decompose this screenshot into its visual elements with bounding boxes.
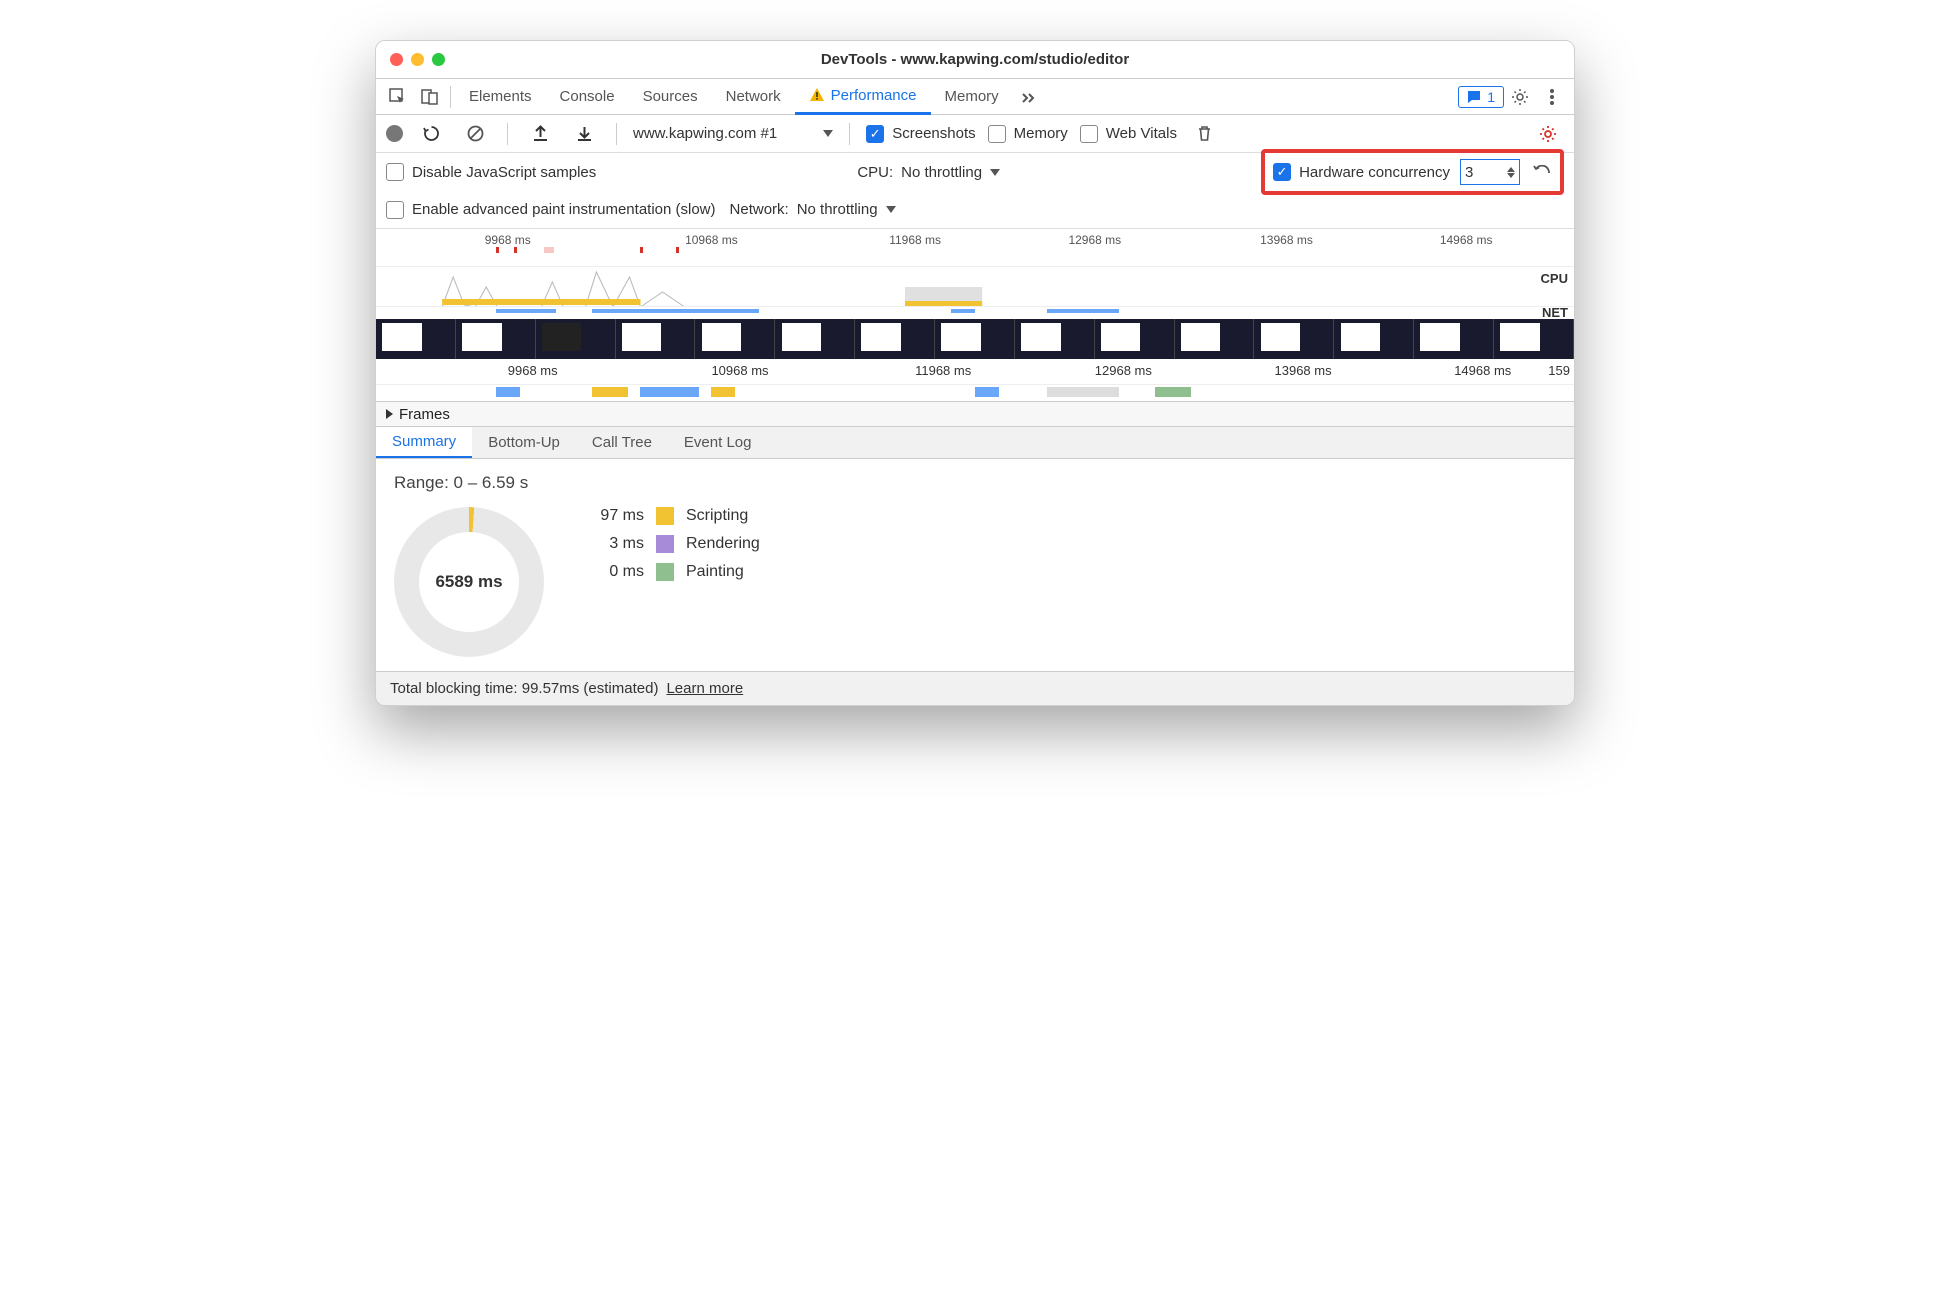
tbt-text: Total blocking time: 99.57ms (estimated) — [390, 680, 658, 697]
checkbox-icon — [988, 125, 1006, 143]
swatch-icon — [656, 535, 674, 553]
warning-icon — [809, 87, 825, 103]
divider — [616, 123, 617, 145]
chevron-down-icon — [990, 169, 1000, 176]
record-button[interactable] — [386, 125, 403, 142]
reset-icon[interactable] — [1530, 156, 1552, 188]
device-toggle-icon[interactable] — [414, 81, 446, 113]
tab-console[interactable]: Console — [546, 79, 629, 115]
hw-concurrency-input[interactable]: 3 — [1460, 159, 1520, 185]
close-window-button[interactable] — [390, 53, 403, 66]
filmstrip-frame[interactable] — [456, 319, 536, 359]
chevron-down-icon — [886, 206, 896, 213]
filmstrip-frame[interactable] — [775, 319, 855, 359]
cpu-overview[interactable]: CPU — [376, 267, 1574, 307]
filmstrip-frame[interactable] — [1015, 319, 1095, 359]
paint-instrumentation-checkbox[interactable]: Enable advanced paint instrumentation (s… — [386, 201, 716, 219]
download-icon[interactable] — [568, 118, 600, 150]
cpu-throttle-select[interactable]: CPU: No throttling — [857, 164, 1000, 181]
target-select[interactable]: www.kapwing.com #1 — [633, 125, 833, 142]
tab-sources[interactable]: Sources — [629, 79, 712, 115]
checkbox-checked-icon: ✓ — [1273, 163, 1291, 181]
legend-row: 3 ms Rendering — [584, 535, 760, 553]
tab-network[interactable]: Network — [712, 79, 795, 115]
checkbox-icon — [1080, 125, 1098, 143]
summary-legend: 97 ms Scripting 3 ms Rendering 0 ms Pain… — [584, 507, 760, 581]
filmstrip-frame[interactable] — [695, 319, 775, 359]
tab-performance[interactable]: Performance — [795, 79, 931, 115]
kebab-menu-icon[interactable] — [1536, 81, 1568, 113]
traffic-lights — [390, 53, 445, 66]
trash-icon[interactable] — [1189, 118, 1221, 150]
options-row-2: Enable advanced paint instrumentation (s… — [376, 191, 1574, 229]
learn-more-link[interactable]: Learn more — [666, 680, 743, 697]
maximize-window-button[interactable] — [432, 53, 445, 66]
filmstrip-frame[interactable] — [1494, 319, 1574, 359]
filmstrip-frame[interactable] — [1175, 319, 1255, 359]
checkbox-icon — [386, 201, 404, 219]
divider — [849, 123, 850, 145]
filmstrip-frame[interactable] — [1095, 319, 1175, 359]
tab-elements[interactable]: Elements — [455, 79, 546, 115]
screenshots-checkbox[interactable]: ✓ Screenshots — [866, 125, 975, 143]
range-text: Range: 0 – 6.59 s — [394, 473, 1556, 493]
filmstrip-frame[interactable] — [935, 319, 1015, 359]
dtab-bottom-up[interactable]: Bottom-Up — [472, 427, 576, 458]
checkbox-icon — [386, 163, 404, 181]
overview-timeline[interactable]: 9968 ms 10968 ms 11968 ms 12968 ms 13968… — [376, 229, 1574, 267]
detail-timeline[interactable]: 9968 ms 10968 ms 11968 ms 12968 ms 13968… — [376, 359, 1574, 385]
filmstrip-frame[interactable] — [376, 319, 456, 359]
main-tabs: Elements Console Sources Network Perform… — [376, 79, 1574, 115]
divider — [507, 123, 508, 145]
caret-right-icon — [386, 409, 393, 419]
upload-icon[interactable] — [524, 118, 556, 150]
minimize-window-button[interactable] — [411, 53, 424, 66]
flame-preview[interactable] — [376, 385, 1574, 401]
filmstrip-frame[interactable] — [1254, 319, 1334, 359]
filmstrip-frame[interactable] — [616, 319, 696, 359]
dtab-summary[interactable]: Summary — [376, 427, 472, 458]
frames-section-header[interactable]: Frames — [376, 401, 1574, 427]
dtab-call-tree[interactable]: Call Tree — [576, 427, 668, 458]
summary-panel: Range: 0 – 6.59 s 6589 ms 97 ms Scriptin… — [376, 459, 1574, 671]
disable-js-checkbox[interactable]: Disable JavaScript samples — [386, 163, 596, 181]
reload-icon[interactable] — [415, 118, 447, 150]
web-vitals-checkbox[interactable]: Web Vitals — [1080, 125, 1177, 143]
window-title: DevTools - www.kapwing.com/studio/editor — [376, 51, 1574, 68]
more-tabs-icon[interactable] — [1013, 81, 1045, 113]
hardware-concurrency-group: ✓ Hardware concurrency 3 — [1261, 149, 1564, 195]
filmstrip-frame[interactable] — [1414, 319, 1494, 359]
summary-donut: 6589 ms — [394, 507, 544, 657]
filmstrip-frame[interactable] — [855, 319, 935, 359]
devtools-window: DevTools - www.kapwing.com/studio/editor… — [375, 40, 1575, 706]
checkbox-checked-icon: ✓ — [866, 125, 884, 143]
capture-settings-icon[interactable] — [1532, 118, 1564, 150]
issues-chip[interactable]: 1 — [1458, 86, 1504, 108]
status-footer: Total blocking time: 99.57ms (estimated)… — [376, 671, 1574, 705]
chat-icon — [1467, 90, 1481, 104]
tab-memory[interactable]: Memory — [931, 79, 1013, 115]
filmstrip-frame[interactable] — [536, 319, 616, 359]
legend-row: 0 ms Painting — [584, 563, 760, 581]
clear-icon[interactable] — [459, 118, 491, 150]
settings-icon[interactable] — [1504, 81, 1536, 113]
network-throttle-select[interactable]: Network: No throttling — [730, 201, 896, 218]
filmstrip-frame[interactable] — [1334, 319, 1414, 359]
swatch-icon — [656, 563, 674, 581]
detail-tabs: Summary Bottom-Up Call Tree Event Log — [376, 427, 1574, 459]
perf-toolbar: www.kapwing.com #1 ✓ Screenshots Memory … — [376, 115, 1574, 153]
legend-row: 97 ms Scripting — [584, 507, 760, 525]
titlebar: DevTools - www.kapwing.com/studio/editor — [376, 41, 1574, 79]
net-label: NET — [1542, 305, 1568, 320]
inspect-icon[interactable] — [382, 81, 414, 113]
swatch-icon — [656, 507, 674, 525]
screenshot-filmstrip[interactable] — [376, 319, 1574, 359]
hw-concurrency-checkbox[interactable]: ✓ Hardware concurrency — [1273, 163, 1450, 181]
chevron-down-icon — [823, 130, 833, 137]
memory-checkbox[interactable]: Memory — [988, 125, 1068, 143]
divider — [450, 86, 451, 108]
dtab-event-log[interactable]: Event Log — [668, 427, 768, 458]
options-row-1: Disable JavaScript samples CPU: No throt… — [376, 153, 1574, 191]
number-stepper-icon[interactable] — [1507, 167, 1515, 178]
